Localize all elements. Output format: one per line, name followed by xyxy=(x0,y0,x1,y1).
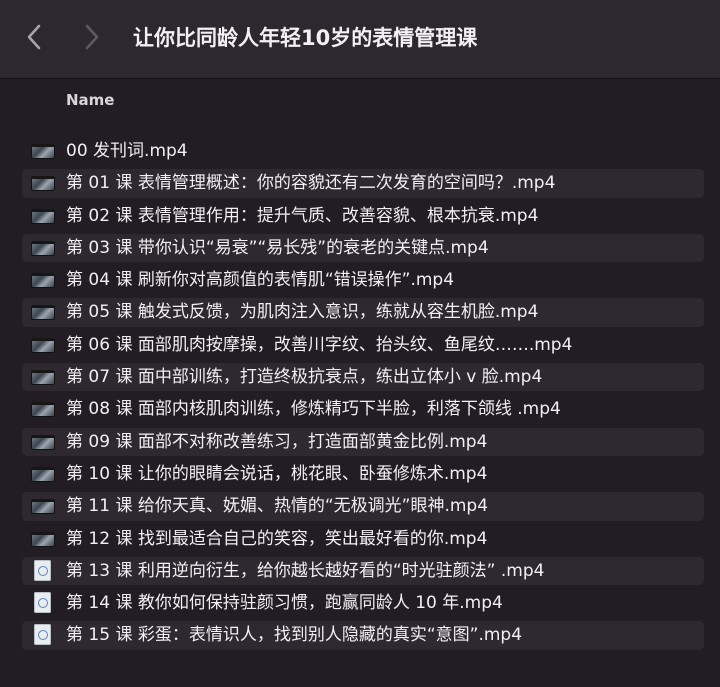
file-row[interactable]: 第 10 课 让你的眼睛会说话，桃花眼、卧蚕修炼术.mp4 xyxy=(0,458,720,490)
file-list: 00 发刊词.mp4 第 01 课 表情管理概述：你的容貌还有二次发育的空间吗？.… xyxy=(0,135,720,652)
video-file-icon xyxy=(31,240,55,256)
file-row[interactable]: 第 01 课 表情管理概述：你的容貌还有二次发育的空间吗？.mp4 xyxy=(0,167,720,199)
forward-button[interactable] xyxy=(78,22,106,52)
column-header-name[interactable]: Name xyxy=(66,91,114,109)
document-file-icon xyxy=(34,559,51,581)
video-file-icon xyxy=(31,466,55,482)
file-row[interactable]: 第 12 课 找到最适合自己的笑容，笑出最好看的你.mp4 xyxy=(0,523,720,555)
file-name: 第 05 课 触发式反馈，为肌肉注入意识，练就从容生机脸.mp4 xyxy=(66,302,539,323)
file-name: 第 15 课 彩蛋：表情识人，找到别人隐藏的真实“意图”.mp4 xyxy=(66,625,523,646)
document-file-icon xyxy=(34,592,51,614)
window-title: 让你比同龄人年轻10岁的表情管理课 xyxy=(133,26,478,50)
chevron-right-icon xyxy=(85,24,99,50)
file-row[interactable]: 第 13 课 利用逆向衍生，给你越长越好看的“时光驻颜法” .mp4 xyxy=(0,555,720,587)
video-file-icon xyxy=(31,499,55,515)
file-row[interactable]: 第 07 课 面中部训练，打造终极抗衰点，练出立体小 v 脸.mp4 xyxy=(0,361,720,393)
video-file-icon xyxy=(31,370,55,386)
file-name: 00 发刊词.mp4 xyxy=(66,141,188,161)
file-name: 第 08 课 面部内核肌肉训练，修炼精巧下半脸，利落下颌线 .mp4 xyxy=(66,399,561,420)
file-row[interactable]: 第 02 课 表情管理作用：提升气质、改善容貌、根本抗衰.mp4 xyxy=(0,200,720,232)
video-file-icon xyxy=(31,176,55,192)
file-name: 第 03 课 带你认识“易衰”“易长残”的衰老的关键点.mp4 xyxy=(66,237,489,258)
column-header-row: Name xyxy=(0,79,720,125)
video-file-icon xyxy=(31,208,55,224)
file-row[interactable]: 第 14 课 教你如何保持驻颜习惯，跑赢同龄人 10 年.mp4 xyxy=(0,587,720,619)
file-name: 第 02 课 表情管理作用：提升气质、改善容貌、根本抗衰.mp4 xyxy=(66,205,539,226)
back-button[interactable] xyxy=(20,22,48,52)
video-file-icon xyxy=(31,337,55,353)
document-file-icon xyxy=(34,624,51,646)
file-name: 第 07 课 面中部训练，打造终极抗衰点，练出立体小 v 脸.mp4 xyxy=(66,367,543,388)
file-name: 第 09 课 面部不对称改善练习，打造面部黄金比例.mp4 xyxy=(66,431,488,452)
file-name: 第 13 课 利用逆向衍生，给你越长越好看的“时光驻颜法” .mp4 xyxy=(66,560,545,581)
file-row[interactable]: 第 15 课 彩蛋：表情识人，找到别人隐藏的真实“意图”.mp4 xyxy=(0,619,720,651)
video-file-icon xyxy=(31,144,55,159)
file-name: 第 14 课 教你如何保持驻颜习惯，跑赢同龄人 10 年.mp4 xyxy=(66,593,503,614)
file-row[interactable]: 第 11 课 给你天真、妩媚、热情的“无极调光”眼神.mp4 xyxy=(0,490,720,522)
titlebar: 让你比同龄人年轻10岁的表情管理课 xyxy=(0,0,720,79)
file-row[interactable]: 第 08 课 面部内核肌肉训练，修炼精巧下半脸，利落下颌线 .mp4 xyxy=(0,393,720,425)
file-name: 第 10 课 让你的眼睛会说话，桃花眼、卧蚕修炼术.mp4 xyxy=(66,463,488,484)
video-file-icon xyxy=(31,531,55,547)
file-row[interactable]: 第 09 课 面部不对称改善练习，打造面部黄金比例.mp4 xyxy=(0,426,720,458)
video-file-icon xyxy=(31,305,55,321)
file-name: 第 11 课 给你天真、妩媚、热情的“无极调光”眼神.mp4 xyxy=(66,496,489,517)
finder-window: 让你比同龄人年轻10岁的表情管理课 Name 00 发刊词.mp4 第 01 课 … xyxy=(0,0,720,687)
file-row[interactable]: 第 03 课 带你认识“易衰”“易长残”的衰老的关键点.mp4 xyxy=(0,232,720,264)
file-row[interactable]: 00 发刊词.mp4 xyxy=(0,135,720,167)
chevron-left-icon xyxy=(27,24,41,50)
file-row[interactable]: 第 06 课 面部肌肉按摩操，改善川字纹、抬头纹、鱼尾纹…….mp4 xyxy=(0,329,720,361)
file-row[interactable]: 第 05 课 触发式反馈，为肌肉注入意识，练就从容生机脸.mp4 xyxy=(0,296,720,328)
video-file-icon xyxy=(31,273,55,289)
file-name: 第 01 课 表情管理概述：你的容貌还有二次发育的空间吗？.mp4 xyxy=(66,173,556,194)
file-row[interactable]: 第 04 课 刷新你对高颜值的表情肌“错误操作”.mp4 xyxy=(0,264,720,296)
file-name: 第 04 课 刷新你对高颜值的表情肌“错误操作”.mp4 xyxy=(66,270,455,291)
video-file-icon xyxy=(31,402,55,418)
file-name: 第 12 课 找到最适合自己的笑容，笑出最好看的你.mp4 xyxy=(66,528,488,549)
video-file-icon xyxy=(31,434,55,450)
file-name: 第 06 课 面部肌肉按摩操，改善川字纹、抬头纹、鱼尾纹…….mp4 xyxy=(66,334,573,355)
